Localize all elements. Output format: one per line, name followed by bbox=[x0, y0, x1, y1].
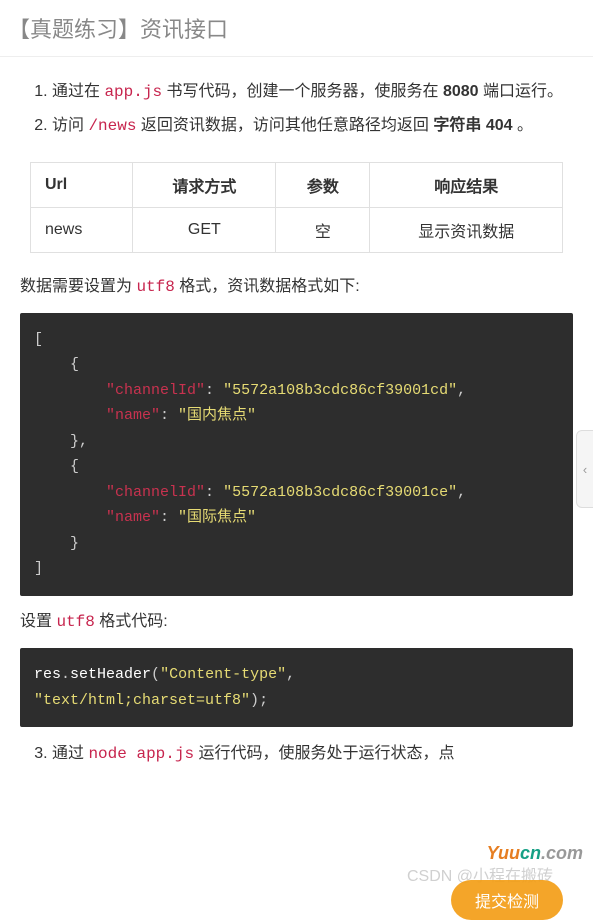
text: 端口运行。 bbox=[479, 83, 563, 100]
code-token: res bbox=[34, 666, 61, 683]
bold-text: 8080 bbox=[443, 83, 479, 100]
code-token: "text/html;charset=utf8" bbox=[34, 692, 250, 709]
json-value: "5572a108b3cdc86cf39001ce" bbox=[223, 484, 457, 501]
td-url: news bbox=[31, 207, 133, 252]
title-text: 【真题练习】资讯接口 bbox=[8, 17, 228, 42]
inline-code: node app.js bbox=[88, 745, 194, 763]
th-url: Url bbox=[31, 162, 133, 207]
step-item: 访问 /news 返回资讯数据，访问其他任意路径均返回 字符串 404 。 bbox=[52, 111, 573, 141]
json-key: "channelId" bbox=[106, 382, 205, 399]
text: 运行代码，使服务处于运行状态，点 bbox=[194, 745, 454, 762]
submit-label: 提交检测 bbox=[475, 894, 539, 911]
text: 设置 bbox=[20, 613, 56, 630]
side-collapse-tab[interactable]: ‹ bbox=[576, 430, 593, 508]
submit-button[interactable]: 提交检测 bbox=[451, 880, 563, 920]
inline-code: utf8 bbox=[136, 278, 174, 296]
th-method: 请求方式 bbox=[133, 162, 276, 207]
text: 格式代码: bbox=[95, 613, 168, 630]
text: 通过在 bbox=[52, 83, 104, 100]
text: 返回资讯数据，访问其他任意路径均返回 bbox=[136, 117, 433, 134]
code-token: setHeader bbox=[70, 666, 151, 683]
js-code-block: res.setHeader("Content-type", "text/html… bbox=[20, 648, 573, 727]
page-title: 【真题练习】资讯接口 bbox=[0, 0, 593, 57]
text: 通过 bbox=[52, 745, 88, 762]
text: 。 bbox=[513, 117, 533, 134]
content-area[interactable]: 通过在 app.js 书写代码，创建一个服务器，使服务在 8080 端口运行。 … bbox=[0, 57, 593, 924]
paragraph: 数据需要设置为 utf8 格式，资讯数据格式如下: bbox=[20, 273, 573, 301]
inline-code: /news bbox=[88, 117, 136, 135]
chevron-left-icon: ‹ bbox=[583, 462, 587, 477]
text: 数据需要设置为 bbox=[20, 278, 136, 295]
paragraph: 设置 utf8 格式代码: bbox=[20, 608, 573, 636]
code-token: "Content-type" bbox=[160, 666, 286, 683]
json-key: "name" bbox=[106, 509, 160, 526]
th-params: 参数 bbox=[276, 162, 370, 207]
td-method: GET bbox=[133, 207, 276, 252]
td-response: 显示资讯数据 bbox=[370, 207, 563, 252]
step-item: 通过 node app.js 运行代码，使服务处于运行状态，点 bbox=[52, 739, 573, 769]
step-item: 通过在 app.js 书写代码，创建一个服务器，使服务在 8080 端口运行。 bbox=[52, 77, 573, 107]
watermark-yuucn: Yuucn.com bbox=[487, 843, 583, 864]
th-response: 响应结果 bbox=[370, 162, 563, 207]
table-row: news GET 空 显示资讯数据 bbox=[31, 207, 563, 252]
text: 访问 bbox=[52, 117, 88, 134]
api-table: Url 请求方式 参数 响应结果 news GET 空 显示资讯数据 bbox=[30, 162, 563, 253]
json-value: "国际焦点" bbox=[178, 509, 256, 526]
json-value: "国内焦点" bbox=[178, 407, 256, 424]
json-code-block: [ { "channelId": "5572a108b3cdc86cf39001… bbox=[20, 313, 573, 596]
td-params: 空 bbox=[276, 207, 370, 252]
json-key: "channelId" bbox=[106, 484, 205, 501]
text: 书写代码，创建一个服务器，使服务在 bbox=[162, 83, 443, 100]
code-token: . bbox=[61, 666, 70, 683]
bold-text: 字符串 404 bbox=[433, 117, 512, 134]
text: 格式，资讯数据格式如下: bbox=[175, 278, 360, 295]
inline-code: app.js bbox=[104, 83, 162, 101]
json-key: "name" bbox=[106, 407, 160, 424]
json-value: "5572a108b3cdc86cf39001cd" bbox=[223, 382, 457, 399]
inline-code: utf8 bbox=[56, 613, 94, 631]
